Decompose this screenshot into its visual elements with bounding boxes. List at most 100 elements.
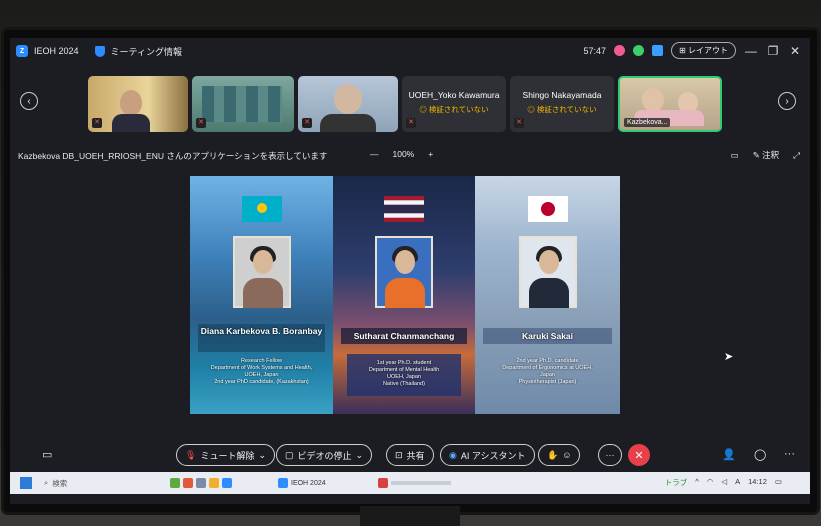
shield-icon[interactable] [94, 45, 105, 57]
taskbar-app-label: IEOH 2024 [291, 479, 326, 487]
info-line: Department of Ergonomics at UOEH, [502, 365, 593, 371]
info-line: Native (Thailand) [383, 381, 425, 387]
record-icon[interactable] [614, 45, 626, 56]
portrait-photo [375, 236, 433, 308]
raise-hand-icon: ✋ [547, 449, 559, 460]
participant-tile-active[interactable]: Kazbekova... [618, 76, 722, 132]
info-line: 2nd year PhD candidate, (Kazakhstan) [214, 379, 309, 385]
app-icon[interactable] [183, 478, 193, 488]
participant-name: Shingo Nakayamada [522, 90, 602, 100]
minimize-button[interactable]: — [744, 44, 758, 58]
participant-name-tag: Kazbekova... [624, 118, 671, 127]
thailand-flag-icon [384, 196, 424, 222]
chevron-up-icon[interactable]: ^ [695, 477, 699, 488]
notification-icon[interactable]: ▭ [775, 477, 782, 488]
mic-muted-icon: ✕ [196, 118, 206, 128]
ai-assistant-label: AI アシスタント [460, 450, 526, 461]
stop-video-label: ビデオの停止 [297, 450, 352, 461]
layout-button[interactable]: ⊞ レイアウト [671, 42, 736, 59]
share-status-bar: Kazbekova DB_UOEH_RRIOSH_ENU さんのアプリケーション… [10, 148, 810, 164]
more-button[interactable]: ··· [598, 444, 622, 466]
share-label: 共有 [406, 450, 425, 461]
info-line: UOEH, Japan [387, 374, 421, 380]
info-line: Japan [540, 372, 555, 378]
app-icon[interactable] [196, 478, 206, 488]
app-icon[interactable] [652, 45, 664, 56]
unmute-button[interactable]: 🎙 ミュート解除 ⌄ [176, 444, 275, 466]
clock[interactable]: 14:12 [748, 477, 767, 488]
chat-bubble-icon[interactable]: ▭ [731, 150, 739, 161]
title-bar: Z IEOH 2024 ミーティング情報 57:47 ⊞ レイアウト — ❐ ✕ [10, 38, 810, 64]
shared-slide: Diana Karbekova B. Boranbay Research Fel… [190, 176, 620, 414]
mic-off-icon: 🎙 [185, 449, 197, 460]
zoom-logo-icon [278, 478, 288, 488]
info-line: Department of Work Systems and Health, [210, 365, 313, 371]
taskbar-browser-window[interactable] [378, 477, 451, 489]
network-icon[interactable]: ◠ [707, 477, 714, 488]
reactions-button[interactable]: ✋ ☺ [538, 444, 581, 466]
share-button[interactable]: ⊡ 共有 [386, 444, 434, 466]
search-label: 検索 [52, 478, 68, 488]
volume-icon[interactable]: ◁ [721, 477, 727, 488]
stop-video-button[interactable]: ▢ ビデオの停止 ⌄ [276, 444, 373, 466]
participant-tile-5[interactable]: Shingo Nakayamada ◎ 検証されていない ✕ [510, 76, 614, 132]
slide-panel-thailand: Sutharat Chanmanchang 1st year Ph.D. stu… [333, 176, 475, 414]
ai-assistant-button[interactable]: ◉ AI アシスタント [440, 444, 535, 466]
unverified-status: ◎ 検証されていない [419, 105, 489, 114]
video-icon: ▢ [285, 449, 294, 460]
chat-icon[interactable]: ▭ [42, 448, 52, 461]
mic-muted-icon: ✕ [514, 118, 524, 128]
person-info: 2nd year Ph.D. candidate Department of E… [483, 358, 612, 386]
meeting-toolbar: ▭ 🎙 ミュート解除 ⌄ ▢ ビデオの停止 ⌄ ⊡ 共有 ◉ AI アシスタント… [10, 442, 810, 468]
mic-muted-icon: ✕ [92, 118, 102, 128]
meeting-info-button[interactable]: ミーティング情報 [111, 45, 182, 58]
more-options-icon[interactable]: ··· [784, 448, 795, 460]
zoom-window: Z IEOH 2024 ミーティング情報 57:47 ⊞ レイアウト — ❐ ✕… [10, 38, 810, 504]
info-line: Physiotherapist (Japan) [518, 379, 577, 385]
portrait-photo [518, 236, 577, 308]
person-info: Research Fellow Department of Work Syste… [198, 358, 325, 386]
taskbar-zoom-window[interactable]: IEOH 2024 [278, 477, 326, 489]
mic-muted-icon: ✕ [302, 118, 312, 128]
maximize-button[interactable]: ❐ [766, 44, 780, 58]
ime-indicator[interactable]: A [735, 477, 740, 488]
taskbar-search[interactable]: ⌕ 検索 [44, 478, 67, 489]
person-name: Diana Karbekova B. Boranbay [200, 326, 323, 336]
annotate-label: 注釈 [762, 150, 780, 160]
search-icon: ⌕ [44, 478, 49, 487]
app-title: IEOH 2024 [34, 46, 79, 56]
japan-flag-icon [527, 196, 568, 222]
participant-tile-3[interactable]: ✕ [298, 76, 398, 132]
app-icon[interactable] [170, 478, 180, 488]
participant-name: UOEH_Yoko Kawamura [408, 90, 500, 100]
participant-tile-2[interactable]: ✕ [192, 76, 294, 132]
participant-tile-4[interactable]: UOEH_Yoko Kawamura ◎ 検証されていない ✕ [402, 76, 506, 132]
windows-start-icon[interactable] [20, 477, 32, 489]
layout-label: レイアウト [688, 46, 728, 55]
slide-panel-japan: Karuki Sakai 2nd year Ph.D. candidate De… [475, 176, 620, 414]
chevron-down-icon[interactable]: ⌄ [356, 450, 364, 461]
system-tray: トラブ ^ ◠ ◁ A 14:12 ▭ [665, 477, 782, 488]
chat-bubble-icon[interactable]: ◯ [754, 448, 766, 461]
zoom-level: 100% [392, 149, 415, 159]
mic-muted-icon: ✕ [406, 118, 416, 128]
expand-icon[interactable]: ⤢ [793, 150, 800, 161]
tray-text: トラブ [664, 478, 688, 487]
end-call-button[interactable]: ✕ [628, 444, 650, 466]
zoom-out-button[interactable]: — [370, 149, 379, 159]
chevron-down-icon[interactable]: ⌄ [258, 450, 266, 461]
info-line: 2nd year Ph.D. candidate [516, 358, 579, 364]
status-icon[interactable] [633, 45, 645, 56]
next-page-icon[interactable]: › [778, 92, 796, 110]
close-button[interactable]: ✕ [788, 44, 802, 58]
prev-page-icon[interactable]: ‹ [20, 92, 38, 110]
taskbar-app-icons[interactable] [170, 477, 232, 489]
participant-tile-1[interactable]: ✕ [88, 76, 188, 132]
zoom-app-icon[interactable] [222, 478, 232, 488]
participant-strip: ‹ ✕ ✕ ✕ UOEH_Yoko Kawamura ◎ 検証されていない ✕ … [10, 70, 810, 134]
annotate-button[interactable]: ✎ 注釈 [753, 149, 780, 161]
zoom-in-button[interactable]: + [428, 149, 433, 159]
participants-icon[interactable]: 👤 [722, 448, 736, 461]
folder-icon[interactable] [209, 478, 219, 488]
info-line: 1st year Ph.D. student [376, 360, 432, 366]
